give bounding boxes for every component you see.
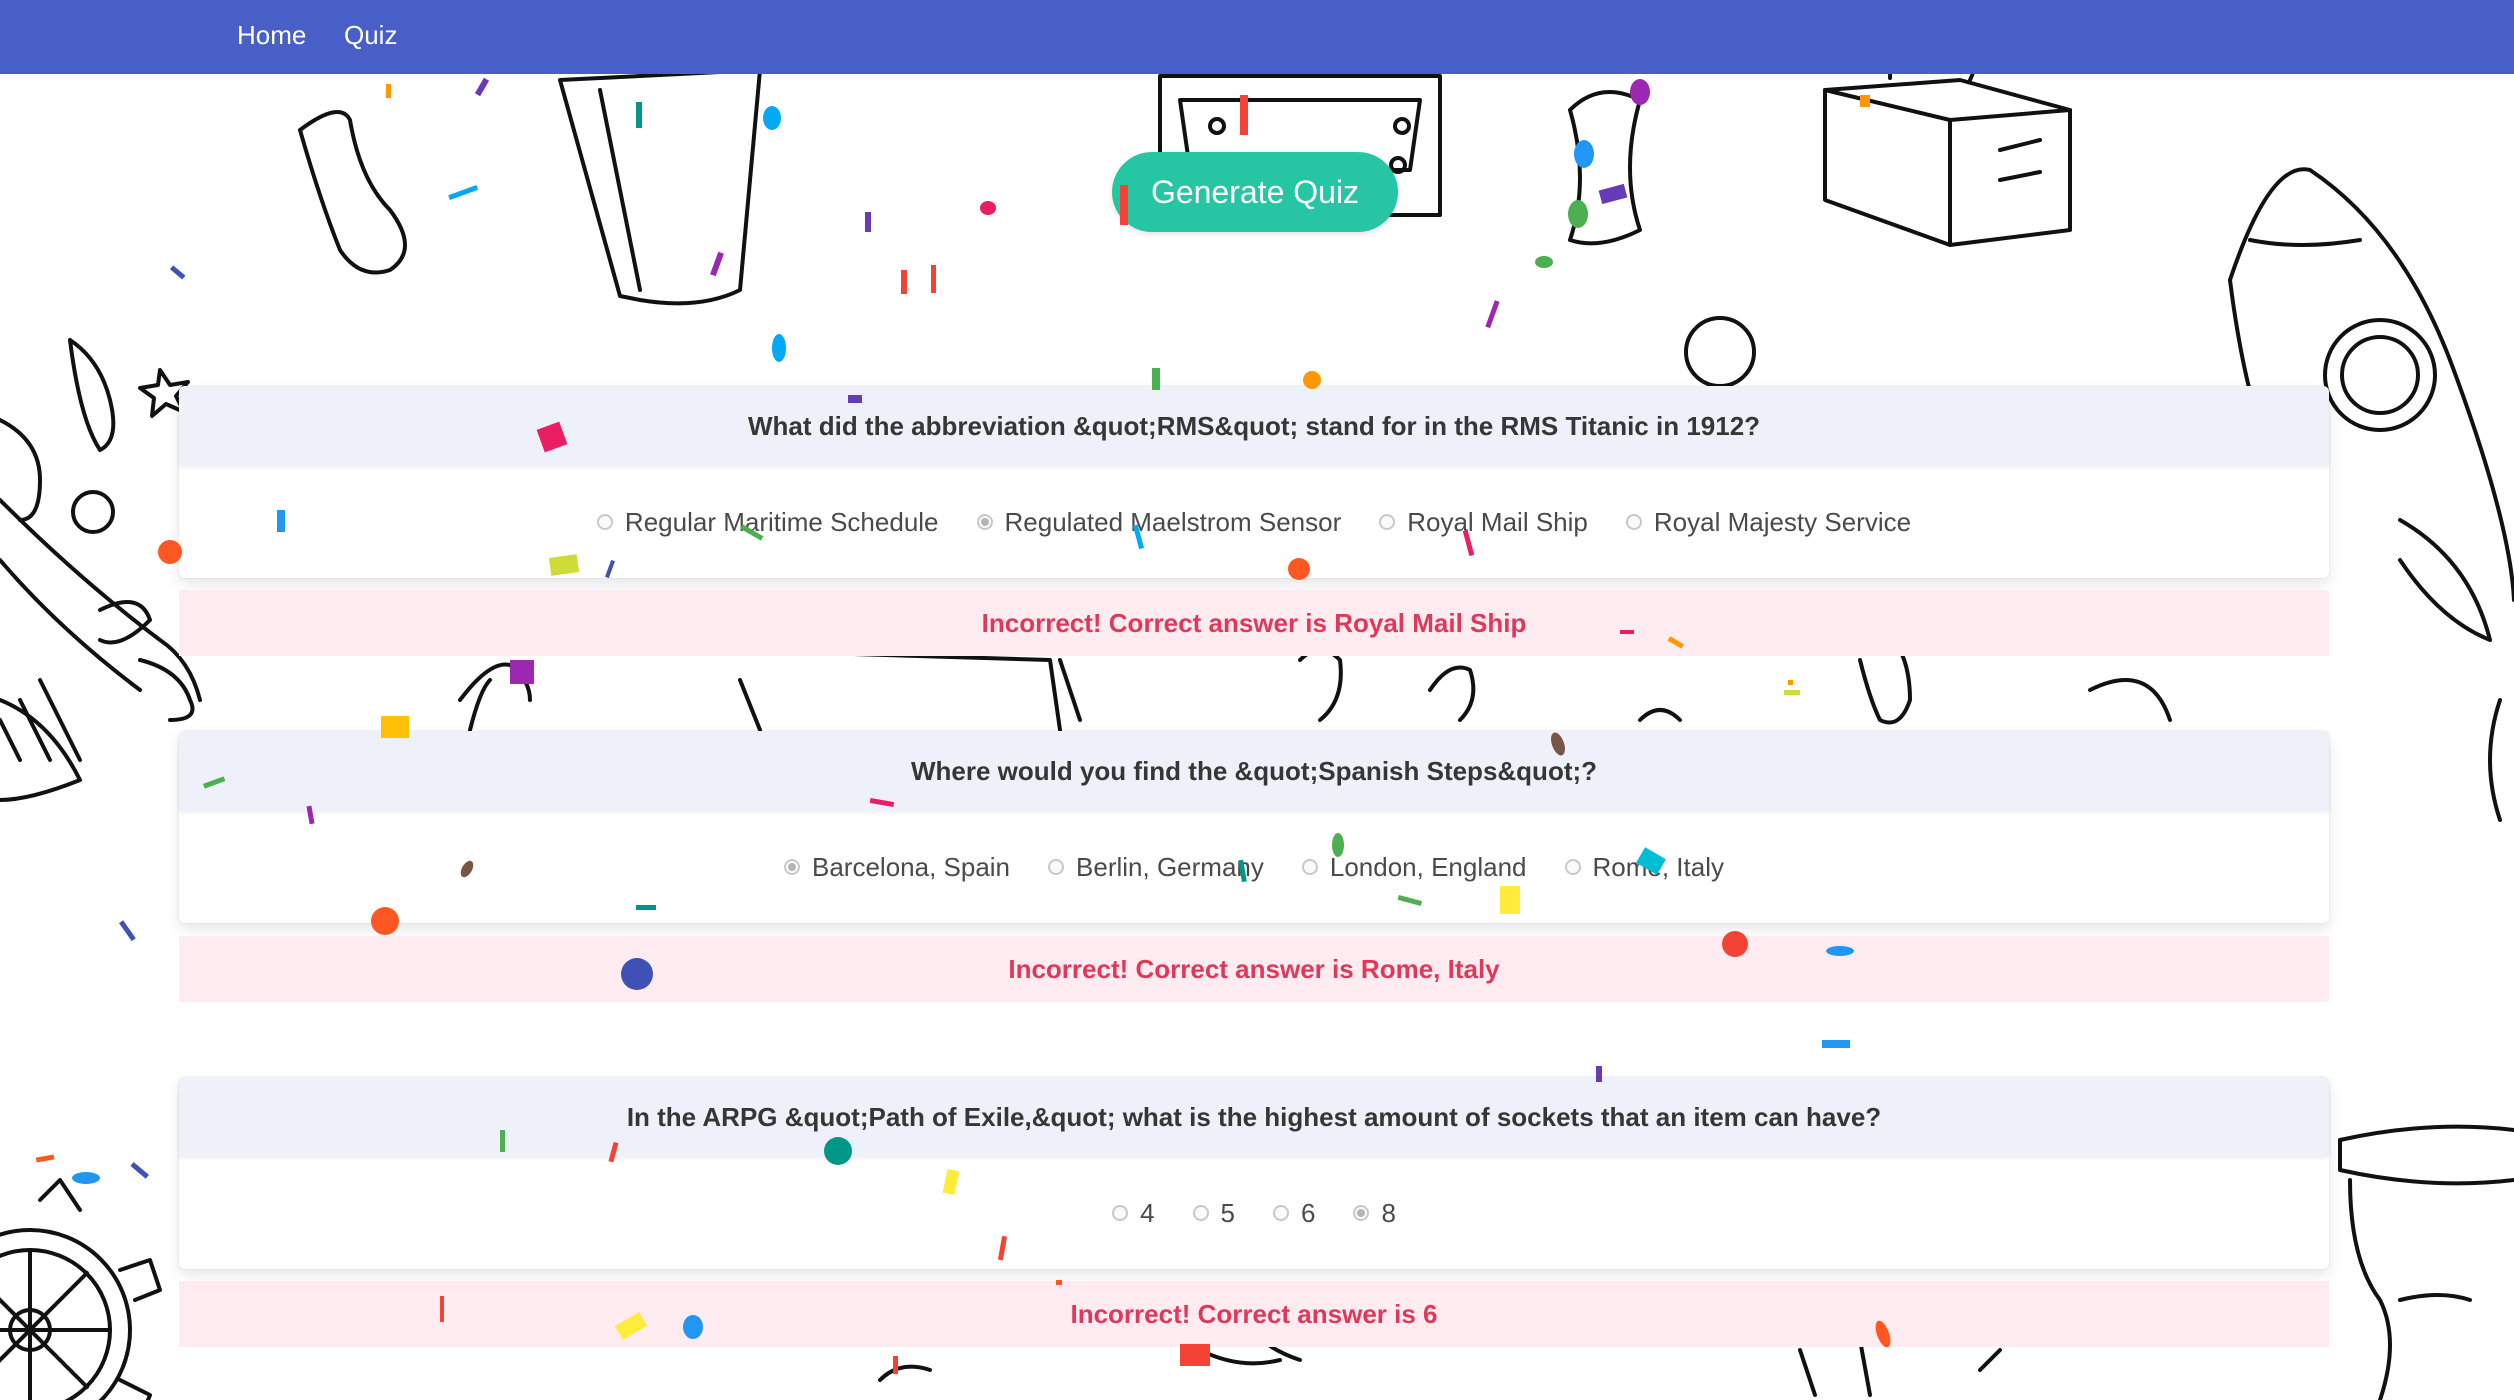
option-label: 5	[1220, 1197, 1235, 1228]
option-label: Royal Mail Ship	[1407, 506, 1588, 537]
answer-options: Barcelona, Spain Berlin, Germany London,…	[179, 811, 2329, 923]
answer-option[interactable]: Regulated Maelstrom Sensor	[976, 506, 1342, 538]
radio-button[interactable]	[1301, 859, 1318, 875]
option-label: Regular Maritime Schedule	[624, 506, 939, 537]
nav-home-link[interactable]: Home	[237, 0, 306, 70]
option-label: Royal Majesty Service	[1653, 506, 1912, 537]
answer-options: 4 5 6 8	[179, 1157, 2329, 1269]
answer-option[interactable]: Regular Maritime Schedule	[596, 506, 939, 538]
answer-option[interactable]: London, England	[1301, 851, 1527, 883]
navbar: Home Quiz	[0, 0, 2514, 74]
radio-button[interactable]	[1625, 514, 1642, 530]
question-card: In the ARPG &quot;Path of Exile,&quot; w…	[179, 1077, 2329, 1269]
answer-feedback: Incorrect! Correct answer is 6	[179, 1281, 2329, 1347]
radio-button[interactable]	[596, 514, 613, 530]
answer-option[interactable]: Barcelona, Spain	[784, 852, 1010, 883]
option-label: Regulated Maelstrom Sensor	[1004, 506, 1342, 537]
radio-button[interactable]	[1112, 1205, 1129, 1221]
answer-option[interactable]: Berlin, Germany	[1048, 852, 1264, 883]
answer-feedback: Incorrect! Correct answer is Royal Mail …	[179, 590, 2329, 656]
question-text: Where would you find the &quot;Spanish S…	[179, 731, 2329, 811]
answer-option[interactable]: Royal Majesty Service	[1625, 506, 1912, 538]
option-label: Barcelona, Spain	[812, 851, 1011, 882]
quiz-container: What did the abbreviation &quot;RMS&quot…	[0, 0, 2514, 1400]
radio-button[interactable]	[1048, 859, 1065, 875]
radio-button[interactable]	[1273, 1205, 1289, 1221]
answer-options: Regular Maritime Schedule Regulated Mael…	[179, 466, 2329, 578]
radio-button[interactable]	[1379, 514, 1396, 530]
option-label: 6	[1301, 1197, 1316, 1228]
option-label: Rome, Italy	[1592, 851, 1725, 882]
radio-button[interactable]	[976, 514, 993, 530]
radio-button[interactable]	[1192, 1205, 1209, 1221]
option-label: Berlin, Germany	[1076, 851, 1264, 882]
nav-quiz-link[interactable]: Quiz	[344, 0, 397, 70]
option-label: London, England	[1329, 851, 1527, 882]
answer-option[interactable]: Royal Mail Ship	[1379, 507, 1588, 538]
radio-button[interactable]	[1564, 859, 1581, 875]
answer-option[interactable]: Rome, Italy	[1564, 851, 1725, 883]
radio-button[interactable]	[784, 859, 800, 875]
question-card: Where would you find the &quot;Spanish S…	[179, 731, 2329, 923]
answer-option[interactable]: 6	[1273, 1198, 1315, 1229]
option-label: 8	[1381, 1197, 1396, 1228]
answer-option[interactable]: 4	[1112, 1197, 1155, 1229]
question-card: What did the abbreviation &quot;RMS&quot…	[179, 386, 2329, 578]
answer-feedback: Incorrect! Correct answer is Rome, Italy	[179, 936, 2329, 1002]
question-text: In the ARPG &quot;Path of Exile,&quot; w…	[179, 1077, 2329, 1157]
radio-button[interactable]	[1353, 1205, 1370, 1221]
question-text: What did the abbreviation &quot;RMS&quot…	[179, 386, 2329, 466]
answer-option[interactable]: 5	[1192, 1197, 1235, 1229]
option-label: 4	[1140, 1197, 1155, 1228]
answer-option[interactable]: 8	[1353, 1197, 1396, 1229]
